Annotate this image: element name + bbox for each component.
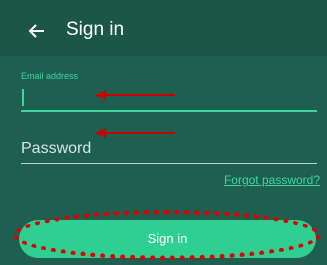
password-field[interactable] [21,136,317,164]
sign-in-screen: Sign in Email address Forgot password? S… [0,0,327,265]
annotation-arrow-password [95,127,175,139]
page-title: Sign in [66,19,125,40]
arrow-left-icon [28,24,44,38]
email-label: Email address [21,71,79,81]
back-button[interactable] [24,18,50,44]
sign-in-button[interactable]: Sign in [19,220,316,258]
forgot-password-link[interactable]: Forgot password? [224,173,320,187]
annotation-arrow-email [95,89,175,101]
app-bar: Sign in [0,0,327,56]
text-cursor [22,89,24,106]
